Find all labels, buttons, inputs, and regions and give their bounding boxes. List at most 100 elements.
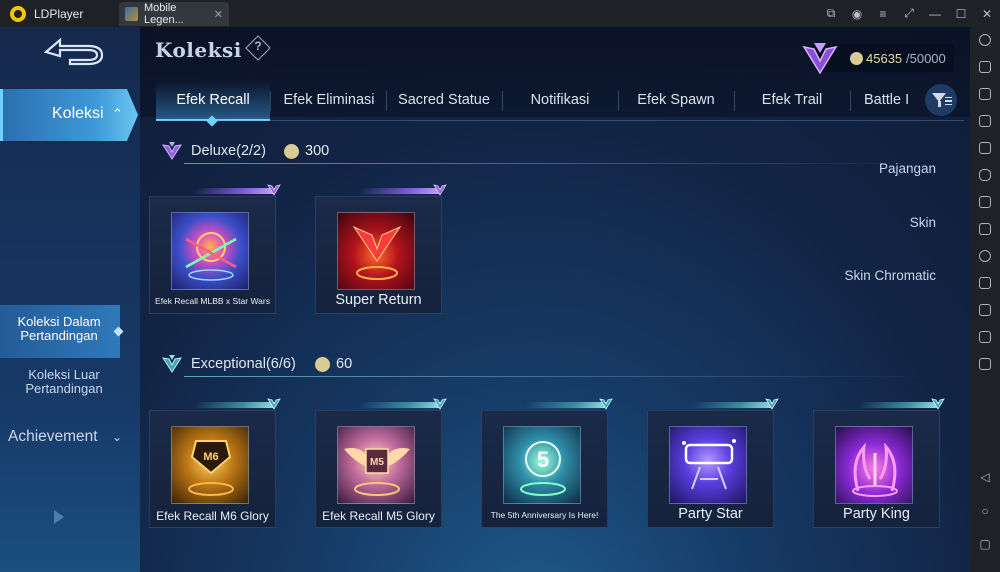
exceptional-gem-icon — [931, 398, 945, 410]
game-screen: Koleksi ⌃ Pajangan Skin Skin Chromatic K… — [0, 27, 970, 572]
section-deluxe-header: Deluxe(2/2) 300 — [160, 139, 960, 165]
decorative-triangle — [54, 510, 64, 524]
multi-window-icon[interactable]: ⧉ — [818, 6, 844, 21]
points-current: 45635 — [866, 51, 903, 66]
collector-rank-emblem-icon[interactable] — [800, 39, 840, 79]
category-tabs: Efek Recall Efek Eliminasi Sacred Statue… — [156, 81, 964, 121]
points-max: /50000 — [906, 51, 946, 66]
points-coin-icon — [850, 52, 863, 65]
folder-icon[interactable] — [979, 223, 991, 235]
cost-coin-icon — [284, 144, 299, 159]
fullscreen-icon[interactable]: ⤢ — [896, 6, 922, 21]
page-title: Koleksi — [155, 38, 242, 62]
emulator-toolbar: ◁ ○ ▢ — [970, 27, 1000, 572]
mobile-legends-icon — [125, 7, 138, 21]
item-label: Super Return — [335, 292, 422, 308]
robot-macro-icon[interactable] — [979, 250, 991, 262]
m5-wings-art: M5 — [337, 426, 415, 504]
cost-coin-icon — [315, 357, 330, 372]
red-v-slash-art — [337, 212, 415, 290]
maximize-icon[interactable]: ☐ — [948, 7, 974, 21]
window-controls: ⧉ ◉ ≡ ⤢ — ☐ ✕ — [818, 0, 1000, 27]
tab-efek-recall[interactable]: Efek Recall — [156, 81, 270, 119]
section-deluxe-cost: 300 — [305, 143, 330, 159]
item-label: Party Star — [678, 506, 743, 522]
tab-divider — [270, 91, 271, 111]
item-card[interactable]: Party King — [813, 398, 945, 528]
minimize-icon[interactable]: — — [922, 7, 948, 21]
tab-sacred-statue[interactable]: Sacred Statue — [386, 81, 502, 119]
item-card[interactable]: Party Star — [647, 398, 779, 528]
exceptional-gem-icon — [599, 398, 613, 410]
settings-gear-icon[interactable] — [979, 34, 991, 46]
exceptional-gem-icon — [433, 398, 447, 410]
add-app-icon[interactable] — [979, 88, 991, 100]
tab-efek-eliminasi[interactable]: Efek Eliminasi — [272, 81, 386, 119]
nav-koleksi-dalam-label[interactable]: Koleksi Dalam Pertandingan — [4, 315, 114, 343]
tab-notifikasi[interactable]: Notifikasi — [502, 81, 618, 119]
filter-lines-middle — [945, 100, 952, 102]
item-label: Party King — [843, 506, 910, 522]
exceptional-gem-icon — [267, 398, 281, 410]
item-card[interactable]: 5 The 5th Anniversary Is Here! — [481, 398, 613, 528]
tab-close-icon[interactable]: ✕ — [214, 8, 223, 21]
more-icon[interactable] — [979, 358, 991, 370]
item-label: The 5th Anniversary Is Here! — [490, 510, 599, 520]
location-icon[interactable] — [979, 169, 991, 181]
app-tab-mobile-legends[interactable]: Mobile Legen... ✕ — [119, 2, 229, 26]
apk-install-icon[interactable] — [979, 196, 991, 208]
item-label: Efek Recall M5 Glory — [322, 509, 435, 523]
close-window-icon[interactable]: ✕ — [974, 7, 1000, 21]
party-star-art — [669, 426, 747, 504]
section-exceptional-title: Exceptional(6/6) — [191, 356, 296, 372]
shake-icon[interactable] — [979, 331, 991, 343]
nav-skin-chromatic[interactable]: Skin Chromatic — [844, 268, 936, 283]
svg-text:5: 5 — [537, 447, 549, 472]
back-nav-icon[interactable]: ◁ — [978, 470, 992, 484]
emulator-titlebar: LDPlayer Mobile Legen... ✕ ⧉ ◉ ≡ ⤢ — ☐ ✕ — [0, 0, 1000, 27]
screenshot-icon[interactable] — [979, 142, 991, 154]
exceptional-ribbon — [357, 402, 445, 408]
exceptional-ribbon — [855, 402, 943, 408]
deluxe-gem-icon — [267, 184, 281, 196]
record-icon[interactable] — [979, 277, 991, 289]
exceptional-ribbon — [689, 402, 777, 408]
section-divider — [184, 163, 934, 164]
video-icon[interactable] — [979, 304, 991, 316]
tab-title: Mobile Legen... — [143, 2, 184, 26]
screen-capture-icon[interactable] — [979, 115, 991, 127]
ldplayer-logo-icon — [10, 5, 26, 22]
deluxe-tier-icon — [162, 142, 182, 160]
nav-koleksi-luar[interactable]: Koleksi Luar Pertandingan — [10, 368, 118, 396]
recents-nav-icon[interactable]: ▢ — [978, 537, 992, 551]
account-icon[interactable]: ◉ — [844, 7, 870, 21]
chevron-up-icon: ⌃ — [112, 106, 123, 121]
tab-efek-trail[interactable]: Efek Trail — [734, 81, 850, 119]
section-divider — [184, 376, 934, 377]
deluxe-gem-icon — [433, 184, 447, 196]
item-card[interactable]: M5 Efek Recall M5 Glory — [315, 398, 447, 528]
tab-battle[interactable]: Battle I — [850, 81, 920, 119]
app-name: LDPlayer — [34, 6, 84, 21]
home-nav-icon[interactable]: ○ — [978, 504, 992, 518]
back-arrow-icon[interactable] — [40, 35, 110, 69]
help-question-mark[interactable]: ? — [252, 39, 264, 53]
chevron-down-icon: ⌄ — [112, 430, 123, 444]
nav-achievement[interactable]: Achievement — [8, 428, 98, 446]
keyboard-icon[interactable] — [979, 61, 991, 73]
m6-trophy-art: M6 — [171, 426, 249, 504]
nav-koleksi-label[interactable]: Koleksi — [52, 105, 104, 123]
section-exceptional-cost: 60 — [336, 356, 353, 372]
nav-skin[interactable]: Skin — [910, 215, 936, 230]
svg-text:M5: M5 — [370, 457, 384, 468]
item-label: Efek Recall MLBB x Star Wars — [155, 296, 270, 306]
item-card[interactable]: Efek Recall MLBB x Star Wars — [149, 184, 281, 314]
deluxe-ribbon — [357, 188, 445, 194]
exceptional-tier-icon — [162, 355, 182, 373]
item-card[interactable]: Super Return — [315, 184, 447, 314]
section-deluxe-title: Deluxe(2/2) — [191, 143, 266, 159]
item-card[interactable]: M6 Efek Recall M6 Glory — [149, 398, 281, 528]
menu-icon[interactable]: ≡ — [870, 7, 896, 21]
tab-efek-spawn[interactable]: Efek Spawn — [618, 81, 734, 119]
deluxe-ribbon — [191, 188, 279, 194]
